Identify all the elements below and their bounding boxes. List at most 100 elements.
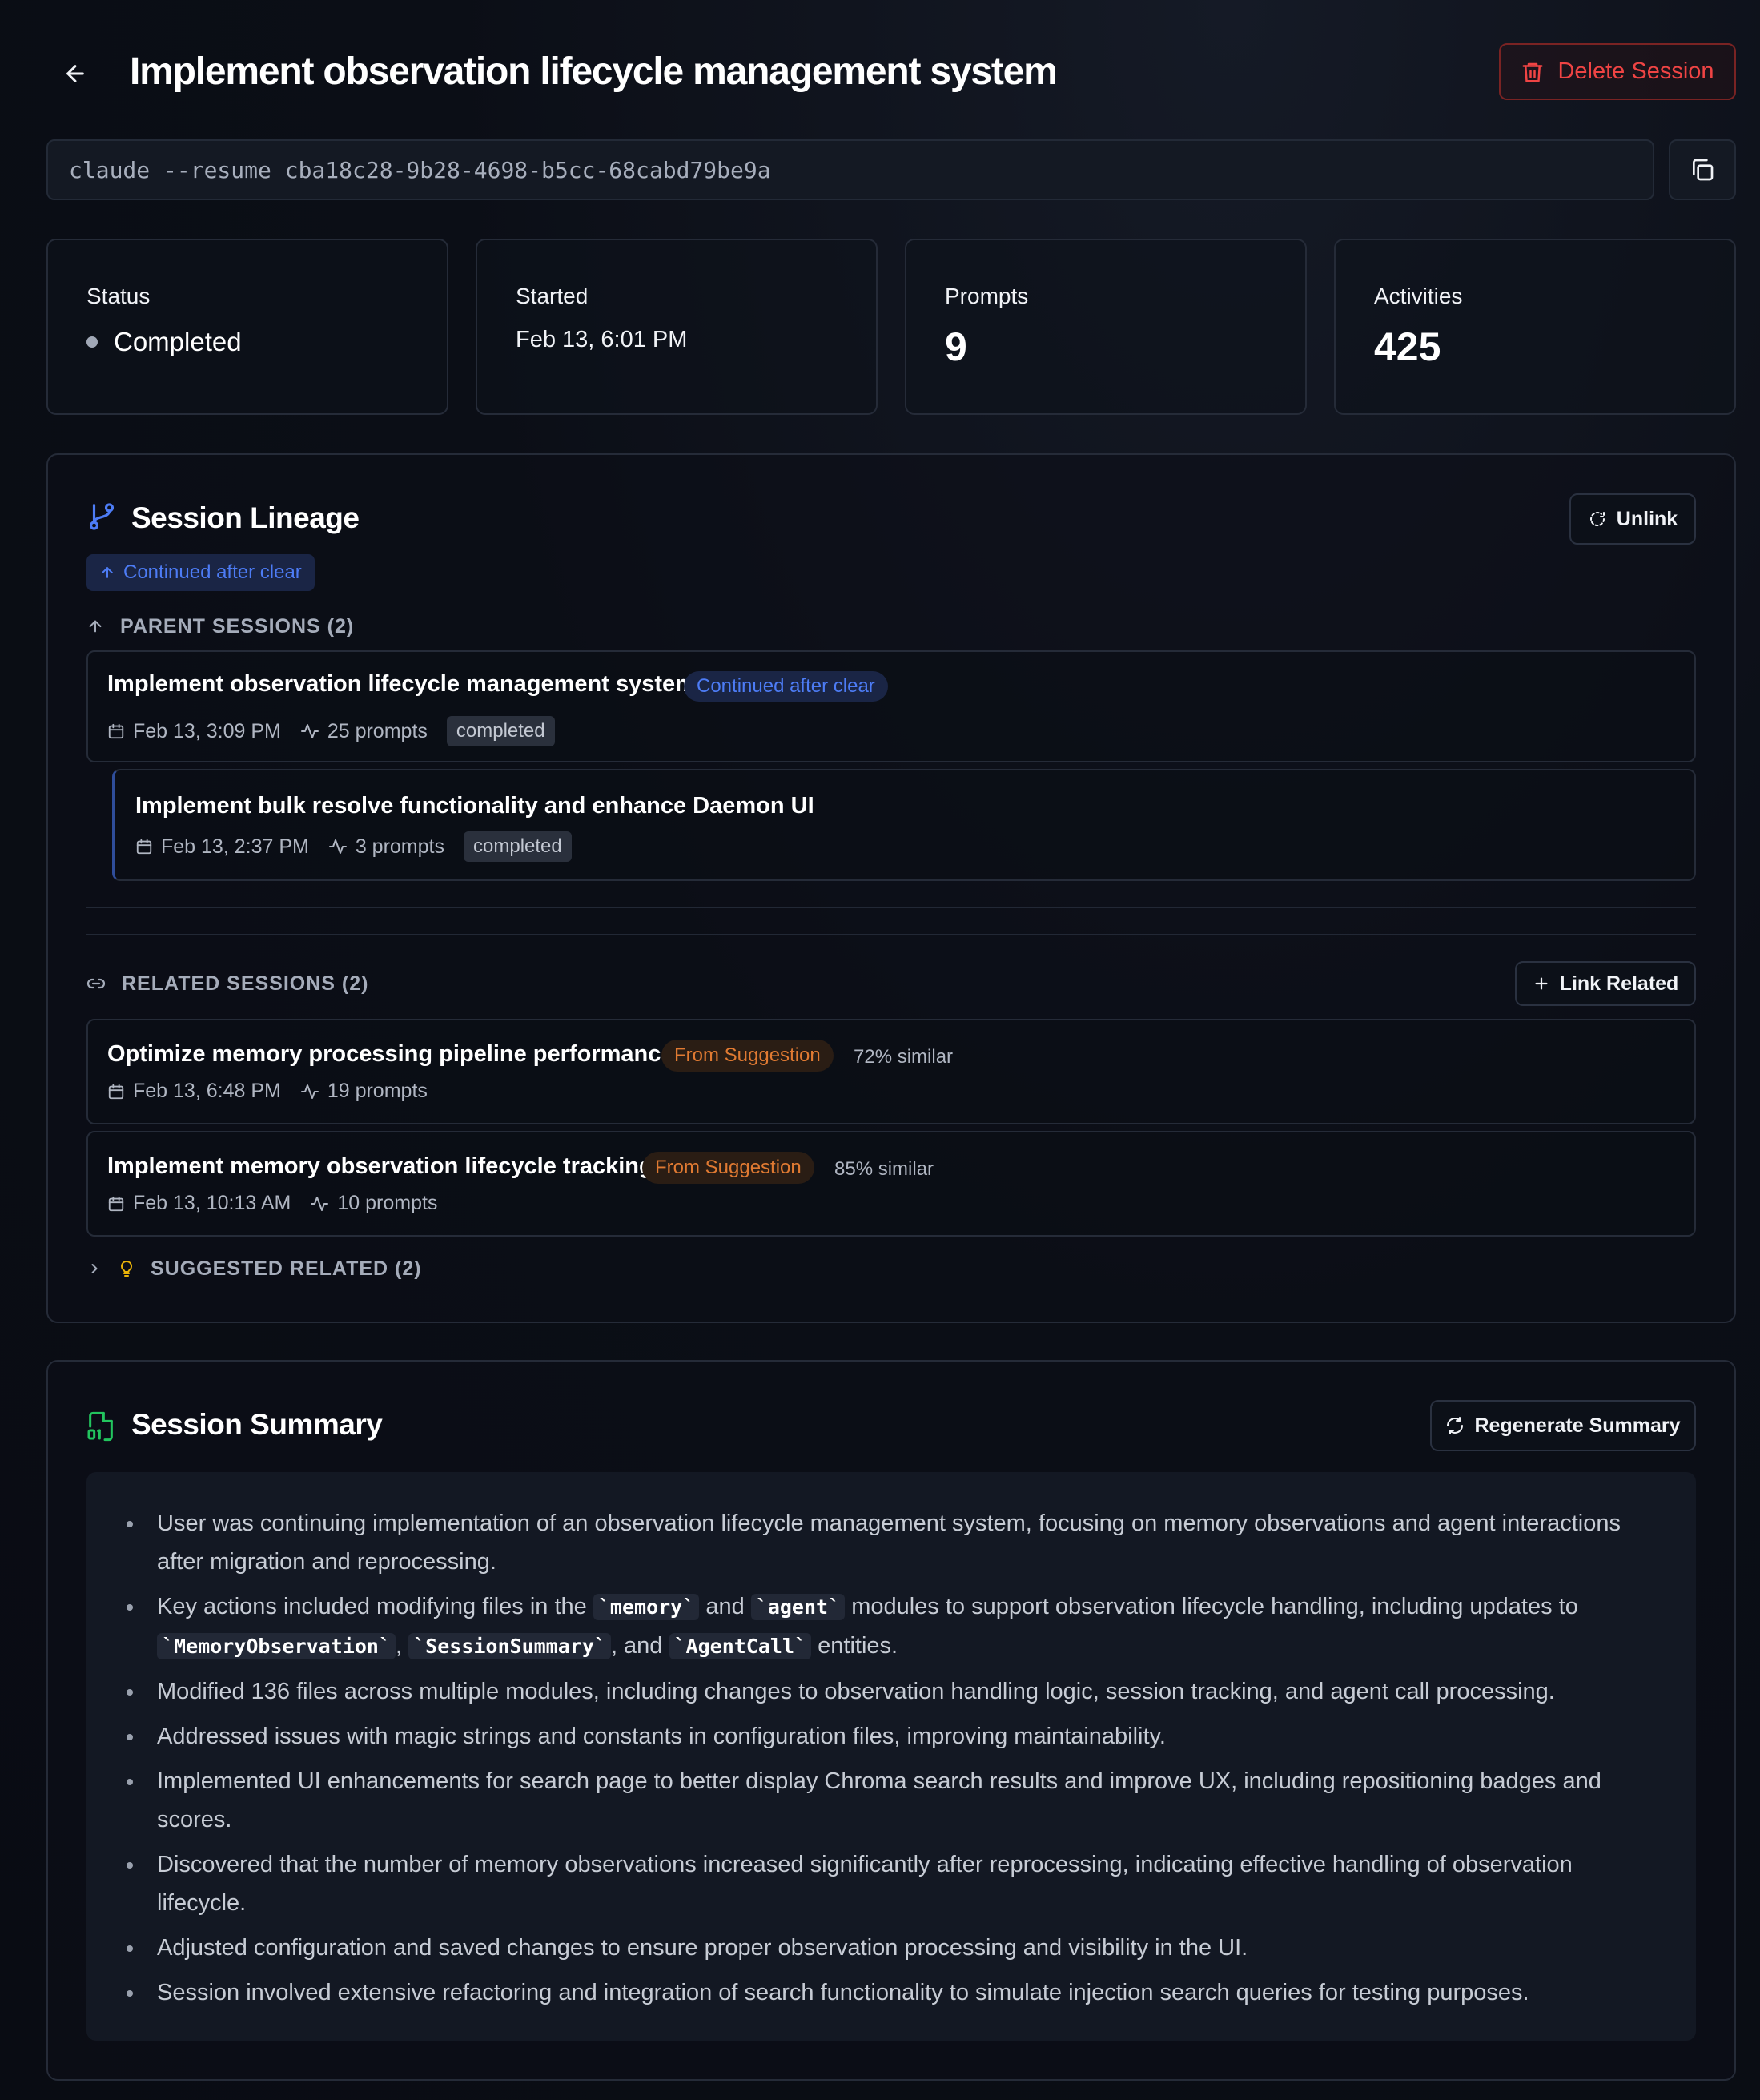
parent-session-title: Implement bulk resolve functionality and…	[135, 793, 814, 819]
arrow-up-icon	[89, 620, 102, 633]
summary-item: Discovered that the number of memory obs…	[127, 1845, 1662, 1922]
parent-session-title: Implement observation lifecycle manageme…	[107, 671, 696, 697]
parent-sessions-heading: PARENT SESSIONS (2)	[86, 612, 354, 641]
lightbulb-icon	[120, 1260, 133, 1277]
started-label: Started	[516, 284, 589, 308]
inline-code: `AgentCall`	[669, 1633, 812, 1659]
calendar-icon	[108, 1084, 124, 1099]
regenerate-summary-label: Regenerate Summary	[1474, 1414, 1681, 1437]
arrow-left-icon	[66, 65, 84, 82]
suggested-related-toggle[interactable]: SUGGESTED RELATED (2)	[86, 1254, 422, 1283]
calendar-icon	[108, 1196, 124, 1211]
inline-code: `agent`	[750, 1594, 846, 1620]
continued-after-clear-badge: Continued after clear	[86, 554, 315, 591]
suggested-related-label: SUGGESTED RELATED (2)	[151, 1257, 422, 1280]
back-button[interactable]	[58, 56, 93, 91]
prompts-card: Prompts 9	[905, 239, 1307, 415]
status-badge: completed	[464, 831, 572, 862]
summary-item: User was continuing implementation of an…	[127, 1504, 1662, 1581]
inline-code: `MemoryObservation`	[157, 1633, 396, 1659]
related-session-title: Optimize memory processing pipeline perf…	[107, 1041, 674, 1067]
related-session-card[interactable]: Optimize memory processing pipeline perf…	[86, 1019, 1696, 1124]
continued-after-clear-label: Continued after clear	[123, 561, 302, 583]
parent-session-prompts: 3 prompts	[355, 835, 444, 858]
related-session-title: Implement memory observation lifecycle t…	[107, 1153, 653, 1179]
link-related-label: Link Related	[1559, 972, 1679, 995]
summary-item: Addressed issues with magic strings and …	[127, 1717, 1662, 1756]
summary-item: Adjusted configuration and saved changes…	[127, 1929, 1662, 1967]
status-label: Status	[86, 284, 151, 308]
parent-session-meta: Feb 13, 3:09 PM 25 prompts completed	[107, 716, 555, 746]
parent-session-card[interactable]: Implement bulk resolve functionality and…	[112, 769, 1696, 881]
link-related-button[interactable]: Link Related	[1515, 961, 1696, 1006]
divider	[86, 907, 1696, 908]
summary-item: Session involved extensive refactoring a…	[127, 1973, 1662, 2012]
delete-session-button[interactable]: Delete Session	[1499, 43, 1736, 100]
inline-code: `memory`	[593, 1594, 700, 1620]
from-suggestion-badge: From Suggestion	[661, 1040, 834, 1072]
summary-content: User was continuing implementation of an…	[86, 1472, 1696, 2041]
refresh-icon	[1447, 1417, 1464, 1434]
summary-item: Implemented UI enhancements for search p…	[127, 1762, 1662, 1839]
related-session-prompts: 19 prompts	[327, 1080, 428, 1102]
status-value: Completed	[114, 327, 242, 356]
trash-icon	[1522, 62, 1543, 82]
delete-session-label: Delete Session	[1557, 58, 1714, 84]
resume-command-text: claude --resume cba18c28-9b28-4698-b5cc-…	[69, 156, 771, 183]
parent-session-card[interactable]: Implement observation lifecycle manageme…	[86, 650, 1696, 762]
related-session-date: Feb 13, 10:13 AM	[133, 1192, 291, 1214]
status-badge: completed	[446, 716, 555, 746]
activity-icon	[300, 724, 319, 738]
summary-item: Modified 136 files across multiple modul…	[127, 1672, 1662, 1711]
summary-item: Key actions included modifying files in …	[127, 1587, 1662, 1666]
from-suggestion-badge: From Suggestion	[642, 1152, 814, 1184]
copy-command-button[interactable]	[1669, 139, 1736, 200]
copy-icon	[1693, 159, 1714, 181]
related-sessions-label: RELATED SESSIONS (2)	[122, 972, 369, 995]
started-card: Started Feb 13, 6:01 PM	[476, 239, 878, 415]
activities-value: 425	[1374, 324, 1441, 369]
calendar-icon	[108, 723, 124, 739]
parent-session-prompts: 25 prompts	[327, 719, 428, 742]
session-lineage-title: Session Lineage	[131, 501, 360, 534]
plus-icon	[1535, 977, 1548, 990]
session-summary-title: Session Summary	[131, 1408, 383, 1441]
parent-session-meta: Feb 13, 2:37 PM 3 prompts completed	[135, 831, 572, 862]
related-session-meta: Feb 13, 10:13 AM 10 prompts	[107, 1192, 437, 1215]
regenerate-summary-button[interactable]: Regenerate Summary	[1430, 1400, 1696, 1451]
calendar-icon	[136, 839, 152, 855]
status-value-row: Completed	[86, 327, 242, 357]
similarity-score: 85% similar	[834, 1158, 934, 1180]
unlink-label: Unlink	[1616, 507, 1678, 530]
status-dot-icon	[86, 336, 98, 348]
prompts-value: 9	[945, 324, 967, 369]
parent-session-date: Feb 13, 2:37 PM	[161, 835, 309, 858]
related-session-card[interactable]: Implement memory observation lifecycle t…	[86, 1131, 1696, 1237]
unlink-icon	[1589, 512, 1605, 526]
link-icon	[86, 978, 106, 989]
activity-icon	[300, 1084, 319, 1099]
activities-card: Activities 425	[1334, 239, 1736, 415]
chevron-right-icon	[91, 1264, 98, 1273]
activity-icon	[328, 839, 347, 854]
summary-list: User was continuing implementation of an…	[127, 1504, 1662, 2018]
activity-icon	[311, 1196, 329, 1211]
parent-session-date: Feb 13, 3:09 PM	[133, 719, 281, 742]
similarity-score: 72% similar	[854, 1046, 954, 1068]
started-value: Feb 13, 6:01 PM	[516, 327, 688, 352]
related-session-prompts: 10 prompts	[337, 1192, 438, 1214]
inline-code: `SessionSummary`	[408, 1633, 611, 1659]
activities-label: Activities	[1374, 284, 1463, 308]
prompts-label: Prompts	[945, 284, 1029, 308]
arrow-up-icon	[102, 567, 113, 578]
divider	[86, 934, 1696, 935]
unlink-button[interactable]: Unlink	[1569, 493, 1696, 545]
related-session-meta: Feb 13, 6:48 PM 19 prompts	[107, 1080, 428, 1103]
status-card: Status Completed	[46, 239, 448, 415]
continued-after-clear-badge: Continued after clear	[684, 671, 888, 702]
git-branch-icon	[86, 501, 117, 532]
resume-command-field[interactable]: claude --resume cba18c28-9b28-4698-b5cc-…	[46, 139, 1654, 200]
page-title: Implement observation lifecycle manageme…	[130, 50, 1058, 93]
related-session-date: Feb 13, 6:48 PM	[133, 1080, 281, 1102]
related-sessions-heading: RELATED SESSIONS (2)	[86, 969, 368, 998]
